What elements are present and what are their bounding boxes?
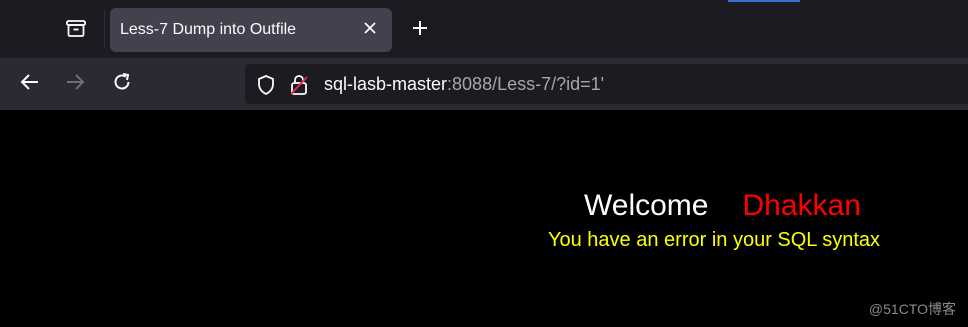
tab-active[interactable]: Less-7 Dump into Outfile xyxy=(110,8,392,52)
welcome-text: Welcome xyxy=(584,189,709,222)
new-tab-button[interactable] xyxy=(406,16,434,44)
page-content: Welcome Dhakkan You have an error in your… xyxy=(0,110,968,327)
reload-icon xyxy=(111,71,133,98)
url-text[interactable]: sql-lasb-master:8088/Less-7/?id=1' xyxy=(324,73,604,95)
welcome-heading: Welcome Dhakkan xyxy=(584,188,861,224)
shield-icon[interactable] xyxy=(255,74,277,96)
back-arrow-icon xyxy=(19,71,41,98)
tab-close-button[interactable] xyxy=(358,18,382,42)
tab-separator xyxy=(104,10,105,48)
back-button[interactable] xyxy=(16,70,44,98)
tab-strip: Less-7 Dump into Outfile xyxy=(0,0,968,58)
window-accent-line xyxy=(728,0,800,2)
close-icon xyxy=(363,21,377,40)
url-host: sql-lasb-master xyxy=(324,74,448,94)
url-bar[interactable]: sql-lasb-master:8088/Less-7/?id=1' xyxy=(245,64,968,104)
reload-button[interactable] xyxy=(108,70,136,98)
tabs-list-icon xyxy=(65,18,87,43)
sql-error-message: You have an error in your SQL syntax xyxy=(548,229,881,251)
watermark: @51CTO博客 xyxy=(868,301,956,317)
forward-button[interactable] xyxy=(61,70,89,98)
tab-title: Less-7 Dump into Outfile xyxy=(120,21,297,38)
navigation-toolbar: sql-lasb-master:8088/Less-7/?id=1' xyxy=(0,58,968,110)
insecure-lock-icon[interactable] xyxy=(288,74,310,96)
welcome-name: Dhakkan xyxy=(742,189,861,222)
url-path: :8088/Less-7/?id=1' xyxy=(447,74,605,94)
tabs-list-button[interactable] xyxy=(60,17,92,43)
plus-icon xyxy=(411,19,429,42)
forward-arrow-icon xyxy=(64,71,86,98)
